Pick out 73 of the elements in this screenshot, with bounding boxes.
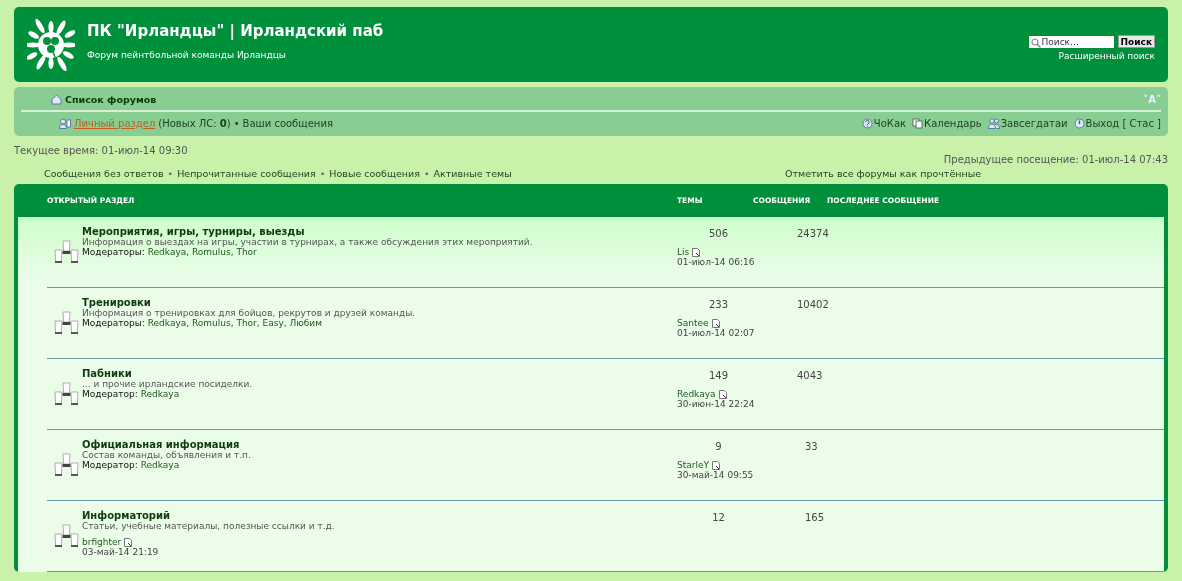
forum-name-link[interactable]: Мероприятия, игры, турниры, выезды xyxy=(82,226,533,237)
beer-mugs-icon xyxy=(54,311,80,335)
posts-count: 165 xyxy=(804,512,826,523)
forum-description: Статьи, учебные материалы, полезные ссылки и т.д. xyxy=(82,521,335,531)
moderators-line: Модераторы: Redkaya, Romulus, Thor xyxy=(82,247,258,257)
posts-count: 24374 xyxy=(796,228,830,239)
last-post-date: 01-июл-14 02:07 xyxy=(677,328,756,338)
last-post-date: 03-май-14 21:19 xyxy=(82,547,160,557)
search-link[interactable]: Активные темы xyxy=(433,168,512,179)
beer-mugs-icon xyxy=(54,524,80,548)
nav-link[interactable]: Календарь xyxy=(924,117,982,129)
forum-description: Форум пейнтбольной команды Ирландцы xyxy=(87,50,287,60)
nav-link[interactable]: Завсегдатаи xyxy=(1000,117,1068,129)
moderators-line: Модератор: Redkaya xyxy=(82,460,181,470)
forum-description: Информация о выездах на игры, участии в турнирах, а также обсуждения этих мероприятий. xyxy=(82,237,533,247)
nav-link[interactable]: Выход [ Стас ] xyxy=(1085,117,1161,129)
topics-count: 506 xyxy=(707,228,730,239)
beer-mugs-icon xyxy=(54,453,80,477)
mark-read-link[interactable]: Отметить все форумы как прочтённые xyxy=(785,168,981,179)
forum-description: Информация о тренировках для бойцов, рекрутов и друзей команды. xyxy=(82,308,416,318)
last-post-author[interactable]: Santee xyxy=(677,318,709,328)
posts-count: 10402 xyxy=(796,299,830,310)
search-link[interactable]: Новые сообщения xyxy=(329,168,420,179)
last-post-author[interactable]: StarleY xyxy=(677,460,709,470)
forum-name-link[interactable]: Информаторий xyxy=(82,510,335,521)
separator: • xyxy=(167,168,174,179)
last-post-author[interactable]: Lis xyxy=(677,247,690,257)
last-visit: Предыдущее посещение: 01-июл-14 07:43 xyxy=(943,154,1168,165)
nav-link[interactable]: ЧоКак xyxy=(873,117,907,129)
breadcrumb-link[interactable]: Список форумов xyxy=(65,93,157,105)
forum-title[interactable]: ПК "Ирландцы" | Ирландский паб xyxy=(87,22,384,40)
new-post-icon[interactable] xyxy=(124,537,133,547)
moderators-line: Модератор: Redkaya xyxy=(82,389,181,399)
forum-name-link[interactable]: Официальная информация xyxy=(82,439,251,450)
current-time: Текущее время: 01-июл-14 09:30 xyxy=(14,145,188,158)
shamrock-splash-logo xyxy=(27,19,75,71)
topics-count: 12 xyxy=(711,512,726,523)
new-post-icon[interactable] xyxy=(692,247,701,257)
search-link[interactable]: Непрочитанные сообщения xyxy=(177,168,316,179)
help-icon[interactable] xyxy=(861,117,873,129)
new-post-icon[interactable] xyxy=(711,318,720,328)
moderators-line: Модераторы: Redkaya, Romulus, Thor, Easy, Любим xyxy=(82,318,323,328)
my-posts-link[interactable]: Ваши сообщения xyxy=(242,117,333,129)
forum-description: ... и прочие ирландские посиделки. xyxy=(82,379,253,389)
pages-icon[interactable] xyxy=(912,117,924,129)
search-field[interactable]: Поиск… xyxy=(1028,35,1114,48)
posts-count: 4043 xyxy=(796,370,824,381)
new-messages-count: (Новых ЛС: 0) xyxy=(158,117,231,129)
user-card-icon xyxy=(59,117,71,129)
forum-name-link[interactable]: Пабники xyxy=(82,368,253,379)
last-post-date: 01-июл-14 06:16 xyxy=(677,257,756,267)
search-button[interactable]: Поиск xyxy=(1117,35,1155,48)
new-post-icon[interactable] xyxy=(718,389,727,399)
topics-count: 149 xyxy=(707,370,730,381)
beer-mugs-icon xyxy=(54,382,80,406)
new-post-icon[interactable] xyxy=(712,460,720,470)
separator: • xyxy=(233,117,240,129)
separator: • xyxy=(423,168,430,179)
posts-count: 33 xyxy=(804,441,819,452)
last-post-author[interactable]: Redkaya xyxy=(677,389,716,399)
topics-count: 9 xyxy=(714,441,723,452)
beer-mugs-icon xyxy=(54,240,80,264)
forum-name-link[interactable]: Тренировки xyxy=(82,297,416,308)
power-icon[interactable] xyxy=(1073,117,1085,129)
last-post-author[interactable]: brfighter xyxy=(82,537,122,547)
search-link[interactable]: Сообщения без ответов xyxy=(44,168,164,179)
separator: • xyxy=(319,168,326,179)
forum-description: Состав команды, объявления и т.п. xyxy=(82,450,251,460)
topics-count: 233 xyxy=(707,299,730,310)
users-icon[interactable] xyxy=(987,117,1000,129)
last-post-date: 30-май-14 09:55 xyxy=(677,470,755,480)
last-post-date: 30-июн-14 22:24 xyxy=(677,399,756,409)
advanced-search-link[interactable]: Расширенный поиск xyxy=(1058,51,1155,61)
